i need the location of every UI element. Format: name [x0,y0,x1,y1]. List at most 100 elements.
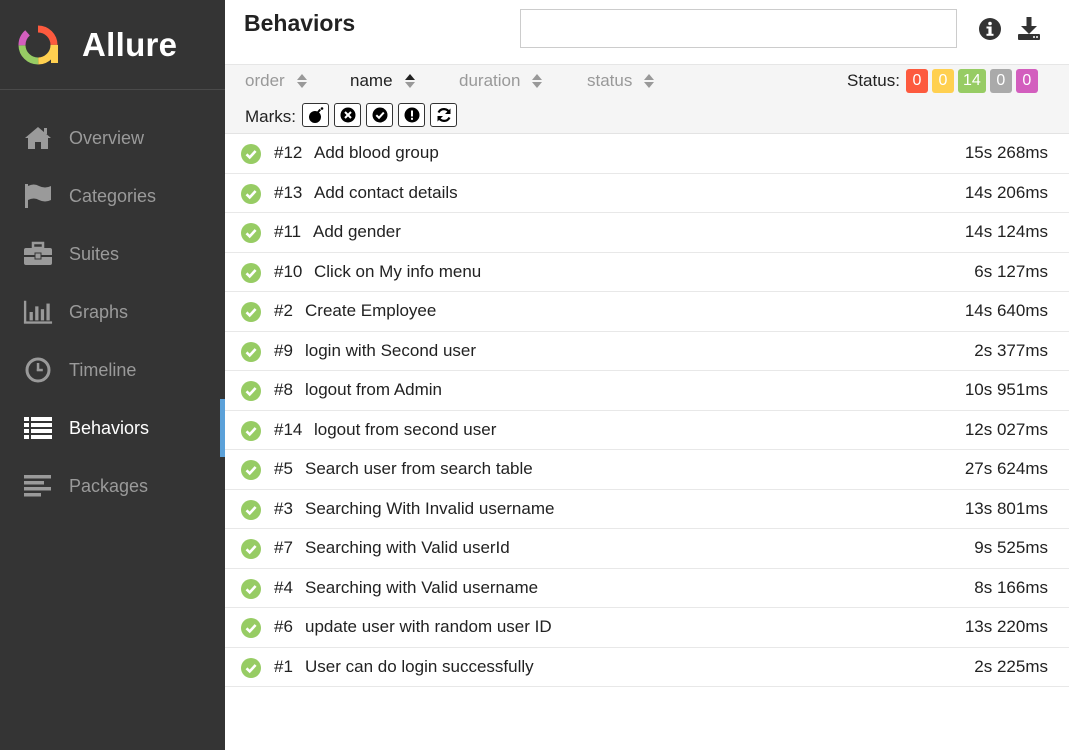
sort-duration[interactable]: duration [459,71,543,91]
sort-label: name [350,71,393,90]
test-row[interactable]: #8 logout from Admin 10s 951ms [225,371,1069,411]
test-name: Add blood group [314,143,439,163]
test-order: #3 [274,498,293,518]
test-duration: 10s 951ms [964,380,1048,400]
sort-status[interactable]: status [587,71,655,91]
search-input[interactable] [520,9,957,48]
sidebar-item-label: Behaviors [69,417,150,438]
test-duration: 2s 377ms [974,340,1048,360]
test-duration: 14s 206ms [964,182,1048,202]
sidebar-item-graphs[interactable]: Graphs [0,283,225,341]
test-row[interactable]: #11 Add gender 14s 124ms [225,213,1069,253]
test-order: #9 [274,340,293,360]
test-name: Searching with Valid userId [305,538,510,558]
info-icon[interactable] [976,15,1004,43]
test-list: #12 Add blood group 15s 268ms #13 Add contac… [225,134,1069,687]
mark-check-circle-button[interactable] [366,103,393,127]
test-duration: 2s 225ms [974,656,1048,676]
sidebar-item-label: Packages [69,475,149,496]
test-duration: 8s 166ms [974,577,1048,597]
test-duration: 27s 624ms [964,459,1048,479]
test-row[interactable]: #2 Create Employee 14s 640ms [225,292,1069,332]
sidebar-item-label: Overview [69,127,145,148]
sort-label: status [587,71,633,90]
test-row[interactable]: #5 Search user from search table 27s 624ms [225,450,1069,490]
sidebar-item-label: Suites [69,243,120,264]
status-badge-failed[interactable]: 0 [906,69,928,93]
test-order: #8 [274,380,293,400]
test-name: Add contact details [314,182,458,202]
status-label: Status: [847,71,900,90]
sidebar-item-label: Graphs [69,301,129,322]
status-badge-broken[interactable]: 0 [932,69,954,93]
sidebar-item-label: Categories [69,185,157,206]
passed-status-icon [241,183,261,204]
mark-bomb-button[interactable] [302,103,329,127]
test-duration: 12s 027ms [964,419,1048,439]
sidebar: Allure Overview Categories Suites Graphs Tim… [0,0,225,750]
test-row[interactable]: #10 Click on My info menu 6s 127ms [225,253,1069,292]
mark-times-circle-button[interactable] [334,103,361,127]
sort-arrows-icon [404,73,415,89]
status-badge-passed[interactable]: 14 [958,69,986,93]
marks-filter [302,103,457,127]
test-duration: 14s 640ms [964,301,1048,321]
sidebar-item-overview[interactable]: Overview [0,109,225,167]
test-order: #4 [274,577,293,597]
sort-name[interactable]: name [350,71,415,91]
test-name: Click on My info menu [314,261,482,281]
test-row[interactable]: #13 Add contact details 14s 206ms [225,174,1069,213]
passed-status-icon [241,302,261,322]
sort-arrows-icon [296,73,307,89]
sidebar-item-suites[interactable]: Suites [0,225,225,283]
test-duration: 13s 801ms [964,498,1048,518]
test-order: #12 [274,143,303,163]
test-duration: 14s 124ms [964,222,1048,242]
marks-label: Marks: [245,107,296,126]
test-row[interactable]: #1 User can do login successfully 2s 225ms [225,648,1069,687]
test-row[interactable]: #6 update user with random user ID 13s 220… [225,608,1069,648]
test-row[interactable]: #3 Searching With Invalid username 13s 801… [225,490,1069,529]
sidebar-item-categories[interactable]: Categories [0,167,225,225]
passed-status-icon [241,262,261,283]
passed-status-icon [241,578,261,599]
download-icon[interactable] [1015,15,1043,43]
test-name: Add gender [313,222,401,242]
test-duration: 15s 268ms [964,143,1048,163]
passed-status-icon [241,499,261,520]
status-badge-skipped[interactable]: 0 [989,69,1012,93]
sort-order[interactable]: order [245,71,307,91]
passed-status-icon [241,341,261,362]
test-order: #7 [274,538,293,558]
sidebar-item-behaviors[interactable]: Behaviors [0,399,225,457]
test-row[interactable]: #12 Add blood group 15s 268ms [225,134,1069,174]
test-row[interactable]: #9 login with Second user 2s 377ms [225,332,1069,371]
mark-exclamation-circle-button[interactable] [398,103,425,127]
test-name: Searching with Valid username [305,577,539,597]
status-filter: 0 0 14 0 0 [906,69,1038,93]
test-duration: 9s 525ms [974,538,1048,558]
sidebar-item-packages[interactable]: Packages [0,457,225,515]
test-order: #14 [274,419,303,439]
mark-refresh-button[interactable] [430,103,457,127]
test-order: #5 [274,459,293,479]
check-circle-icon [371,106,389,124]
test-name: login with Second user [305,340,477,360]
sort-label: order [245,71,285,90]
sidebar-item-timeline[interactable]: Timeline [0,341,225,399]
test-order: #2 [274,301,293,321]
test-row[interactable]: #7 Searching with Valid userId 9s 525ms [225,529,1069,569]
passed-status-icon [241,223,261,243]
test-order: #1 [274,656,293,676]
test-order: #11 [274,222,302,242]
test-duration: 13s 220ms [964,617,1048,637]
test-name: logout from second user [314,419,497,439]
passed-status-icon [241,460,261,480]
test-row[interactable]: #14 logout from second user 12s 027ms [225,411,1069,450]
test-row[interactable]: #4 Searching with Valid username 8s 166ms [225,569,1069,608]
refresh-icon [435,106,453,124]
status-badge-unknown[interactable]: 0 [1015,69,1038,93]
test-name: Search user from search table [305,459,533,479]
sort-label: duration [459,71,521,90]
brand[interactable]: Allure [0,0,225,90]
